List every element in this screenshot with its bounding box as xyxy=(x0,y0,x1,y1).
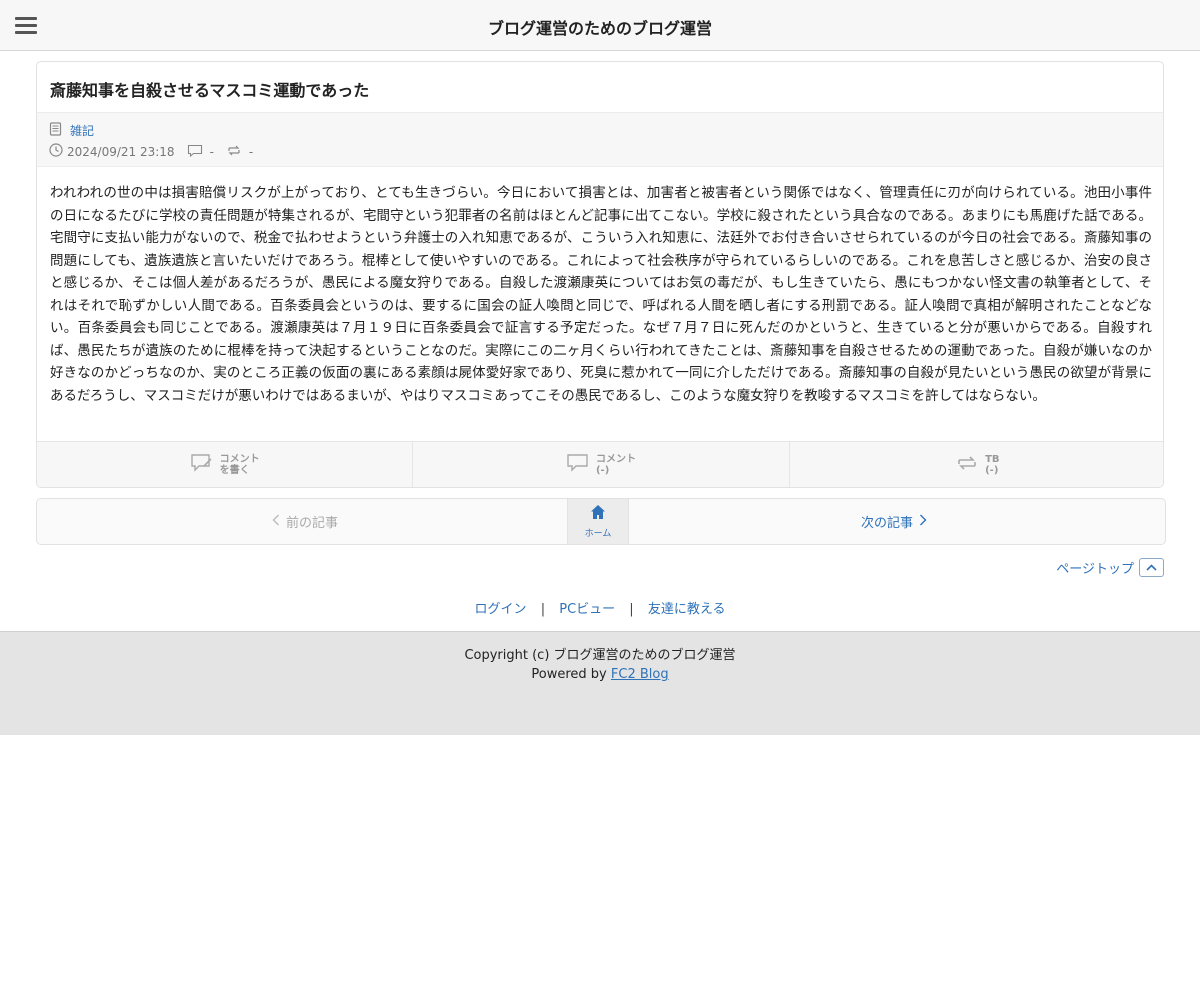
chevron-left-icon xyxy=(272,514,280,530)
footer-separator: | xyxy=(540,602,546,617)
article-card: 斎藤知事を自殺させるマスコミ運動であった 雑記 2024/09/21 23:18… xyxy=(36,61,1164,488)
clock-icon xyxy=(49,143,63,160)
prev-article-button[interactable]: 前の記事 xyxy=(37,499,567,544)
trackback-icon xyxy=(226,144,242,160)
category-icon xyxy=(49,121,62,140)
article-pager: 前の記事 ホーム 次の記事 xyxy=(36,498,1166,545)
trackback-label-2: (-) xyxy=(985,465,999,476)
article-title: 斎藤知事を自殺させるマスコミ運動であった xyxy=(50,81,370,100)
category-link[interactable]: 雑記 xyxy=(70,122,94,139)
pc-view-link[interactable]: PCビュー xyxy=(559,602,615,617)
copyright-text: Copyright (c) ブログ運営のためのブログ運営 xyxy=(464,648,736,663)
page-top-label: ページトップ xyxy=(1056,562,1134,577)
home-icon xyxy=(590,504,606,524)
home-label: ホーム xyxy=(584,529,612,539)
post-datetime: 2024/09/21 23:18 xyxy=(67,144,175,159)
write-comment-icon xyxy=(190,453,214,477)
footer-separator: | xyxy=(629,602,634,617)
trackback-action-icon xyxy=(955,453,979,477)
tell-friend-link[interactable]: 友達に教える xyxy=(648,602,726,617)
trackback-count[interactable]: - xyxy=(249,145,253,159)
site-title[interactable]: ブログ運営のためのブログ運営 xyxy=(0,15,1200,39)
home-button[interactable]: ホーム xyxy=(567,499,629,544)
trackback-button[interactable]: TB (-) xyxy=(790,442,1163,487)
write-comment-label-2: を書く xyxy=(219,465,250,476)
next-article-button[interactable]: 次の記事 xyxy=(629,499,1165,544)
comment-count[interactable]: - xyxy=(210,145,214,159)
page-top-link[interactable]: ページトップ xyxy=(1056,558,1164,577)
powered-by-prefix: Powered by xyxy=(531,667,607,682)
article-actions: コメント を書く コメント (-) TB (-) xyxy=(37,441,1163,487)
next-article-label: 次の記事 xyxy=(860,516,913,531)
comments-icon xyxy=(566,453,590,477)
header-bar: ブログ運営のためのブログ運営 xyxy=(0,0,1200,51)
chevron-right-icon xyxy=(919,514,927,530)
comments-button[interactable]: コメント (-) xyxy=(413,442,790,487)
comments-label-2: (-) xyxy=(595,465,610,476)
article-meta: 雑記 2024/09/21 23:18 - - xyxy=(37,112,1163,167)
powered-by: Powered by FC2 Blog xyxy=(0,667,1200,682)
comment-icon xyxy=(187,144,203,160)
write-comment-label-1: コメント xyxy=(219,454,260,465)
trackback-label-1: TB xyxy=(985,454,1000,465)
fc2-blog-link[interactable]: FC2 Blog xyxy=(611,667,669,682)
comments-label-1: コメント xyxy=(595,454,636,465)
article-body: われわれの世の中は損害賠償リスクが上がっており、とても生きづらい。今日において損… xyxy=(50,185,1152,404)
prev-article-label: 前の記事 xyxy=(285,516,338,531)
login-link[interactable]: ログイン xyxy=(475,602,527,617)
footer-links: ログイン | PCビュー | 友達に教える xyxy=(0,598,1200,617)
footer: Copyright (c) ブログ運営のためのブログ運営 Powered by … xyxy=(0,631,1200,735)
chevron-up-icon[interactable] xyxy=(1139,558,1164,577)
write-comment-button[interactable]: コメント を書く xyxy=(37,442,414,487)
